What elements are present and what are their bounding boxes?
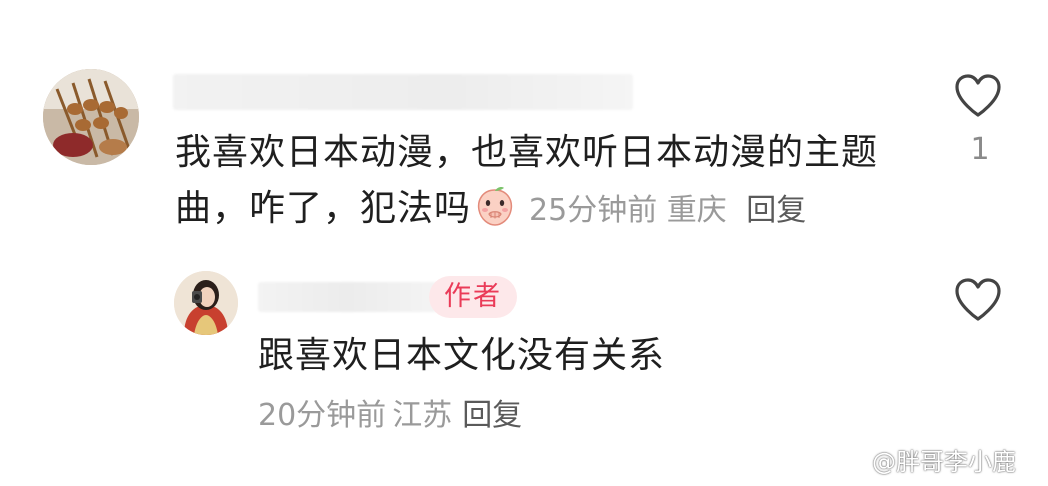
author-avatar[interactable]	[174, 271, 238, 335]
weibo-logo-icon	[836, 448, 870, 476]
comment-time: 25分钟前	[529, 193, 658, 228]
comment-reply-button[interactable]: 回复	[746, 193, 806, 228]
reply-time: 20分钟前	[258, 398, 387, 433]
reply-like-button[interactable]	[953, 277, 1003, 323]
reply-location: 江苏	[392, 398, 453, 433]
heart-icon	[955, 278, 1001, 321]
heart-icon	[955, 74, 1001, 117]
commenter-avatar[interactable]	[43, 69, 139, 165]
author-name-redacted	[258, 282, 438, 312]
commenter-name-redacted	[173, 74, 633, 110]
weibo-watermark: @胖哥李小鹿	[836, 444, 1016, 480]
comment-body[interactable]: 我喜欢日本动漫，也喜欢听日本动漫的主题曲，咋了，犯法吗 25分钟前 重庆 回复	[175, 125, 925, 239]
reply-meta: 20分钟前 江苏 回复	[258, 394, 522, 438]
peach-face-emoji-icon	[473, 184, 517, 228]
watermark-text: @胖哥李小鹿	[872, 448, 1016, 476]
reply-text[interactable]: 跟喜欢日本文化没有关系	[258, 331, 665, 381]
comment-like-button[interactable]	[953, 73, 1003, 119]
comment-like-count: 1	[970, 132, 990, 167]
comment-location: 重庆	[666, 193, 727, 228]
author-badge: 作者	[429, 276, 517, 318]
reply-reply-button[interactable]: 回复	[462, 398, 522, 433]
